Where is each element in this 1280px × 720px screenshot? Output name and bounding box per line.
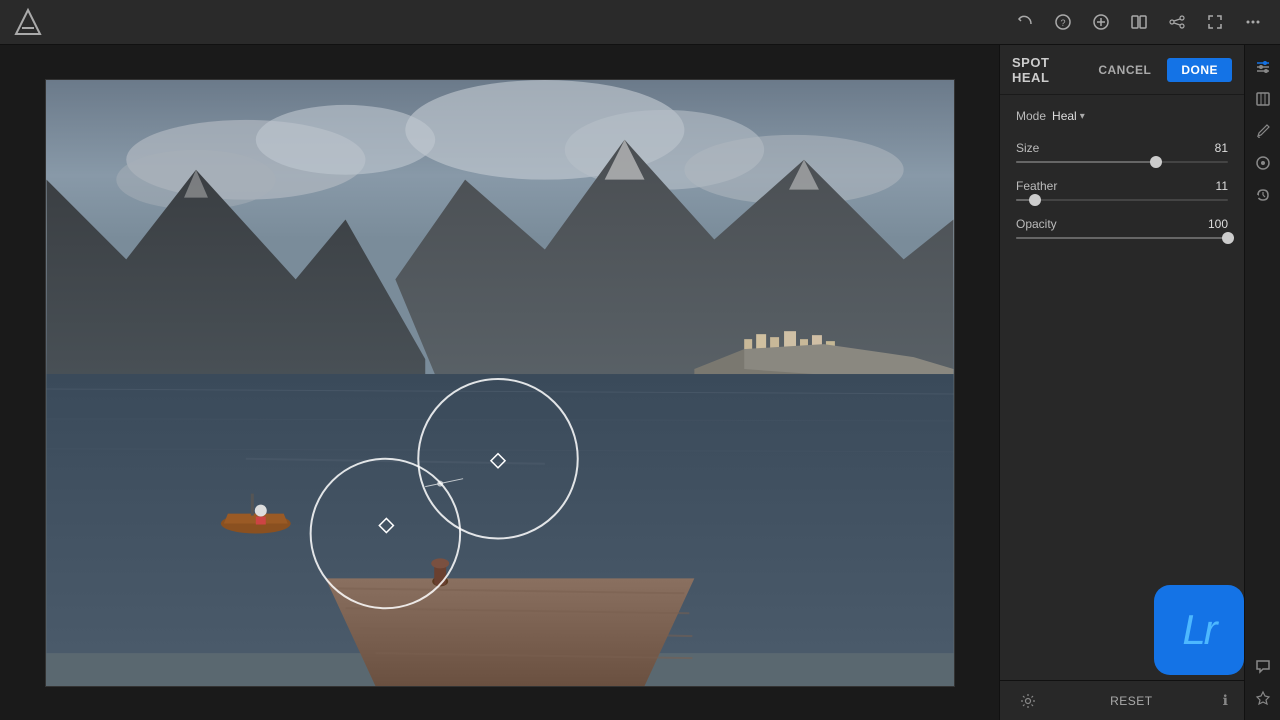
history-icon-button[interactable] bbox=[1249, 181, 1277, 209]
feather-value: 11 bbox=[1216, 179, 1228, 193]
more-button[interactable] bbox=[1238, 7, 1268, 37]
mode-label: Mode bbox=[1016, 109, 1046, 123]
info-icon[interactable]: ℹ bbox=[1223, 692, 1228, 709]
feather-slider-thumb[interactable] bbox=[1029, 194, 1041, 206]
brush-tool-icon-button[interactable] bbox=[1249, 117, 1277, 145]
mode-dropdown[interactable]: Heal bbox=[1052, 109, 1085, 123]
opacity-slider-fill bbox=[1016, 237, 1228, 239]
bottom-left-icons bbox=[1016, 689, 1040, 713]
opacity-slider-thumb[interactable] bbox=[1222, 232, 1234, 244]
opacity-label: Opacity bbox=[1016, 217, 1057, 231]
feather-slider-row: Feather 11 bbox=[1016, 179, 1228, 201]
split-view-button[interactable] bbox=[1124, 7, 1154, 37]
photo-canvas[interactable] bbox=[45, 79, 955, 687]
right-panel-bottom: RESET ℹ bbox=[1000, 680, 1244, 720]
opacity-slider-row: Opacity 100 bbox=[1016, 217, 1228, 239]
help-button[interactable]: ? bbox=[1048, 7, 1078, 37]
star-icon-button[interactable] bbox=[1249, 684, 1277, 712]
app-logo-icon bbox=[12, 6, 44, 38]
panel-title: SPOT HEAL bbox=[1012, 55, 1082, 85]
svg-text:?: ? bbox=[1060, 18, 1065, 28]
share-button[interactable] bbox=[1162, 7, 1192, 37]
add-button[interactable] bbox=[1086, 7, 1116, 37]
opacity-value: 100 bbox=[1208, 217, 1228, 231]
photo-scene bbox=[46, 80, 954, 686]
top-toolbar: ? bbox=[0, 0, 1280, 45]
expand-button[interactable] bbox=[1200, 7, 1230, 37]
feather-label: Feather bbox=[1016, 179, 1057, 193]
panel-header: SPOT HEAL CANCEL DONE bbox=[1000, 45, 1244, 95]
canvas-area[interactable] bbox=[0, 45, 999, 720]
lr-badge: Lr bbox=[1154, 585, 1244, 675]
settings-icon[interactable] bbox=[1016, 689, 1040, 713]
size-value: 81 bbox=[1215, 141, 1228, 155]
reset-button[interactable]: RESET bbox=[1110, 694, 1153, 708]
size-slider-row: Size 81 bbox=[1016, 141, 1228, 163]
feather-slider-track[interactable] bbox=[1016, 199, 1228, 201]
cancel-button[interactable]: CANCEL bbox=[1090, 59, 1159, 81]
heal-tool-icon-button[interactable] bbox=[1249, 85, 1277, 113]
fx-icon-button[interactable] bbox=[1249, 149, 1277, 177]
size-label: Size bbox=[1016, 141, 1039, 155]
size-slider-track[interactable] bbox=[1016, 161, 1228, 163]
adjustments-icon-button[interactable] bbox=[1249, 53, 1277, 81]
opacity-slider-track[interactable] bbox=[1016, 237, 1228, 239]
size-slider-thumb[interactable] bbox=[1150, 156, 1162, 168]
done-button[interactable]: DONE bbox=[1167, 58, 1232, 82]
right-icon-bar bbox=[1244, 45, 1280, 720]
mode-row: Mode Heal bbox=[1016, 109, 1228, 123]
size-slider-fill bbox=[1016, 161, 1156, 163]
comment-icon-button[interactable] bbox=[1249, 652, 1277, 680]
lr-badge-text: Lr bbox=[1182, 606, 1215, 654]
undo-button[interactable] bbox=[1010, 7, 1040, 37]
main-area: SPOT HEAL CANCEL DONE Mode Heal Size 81 bbox=[0, 45, 1280, 720]
